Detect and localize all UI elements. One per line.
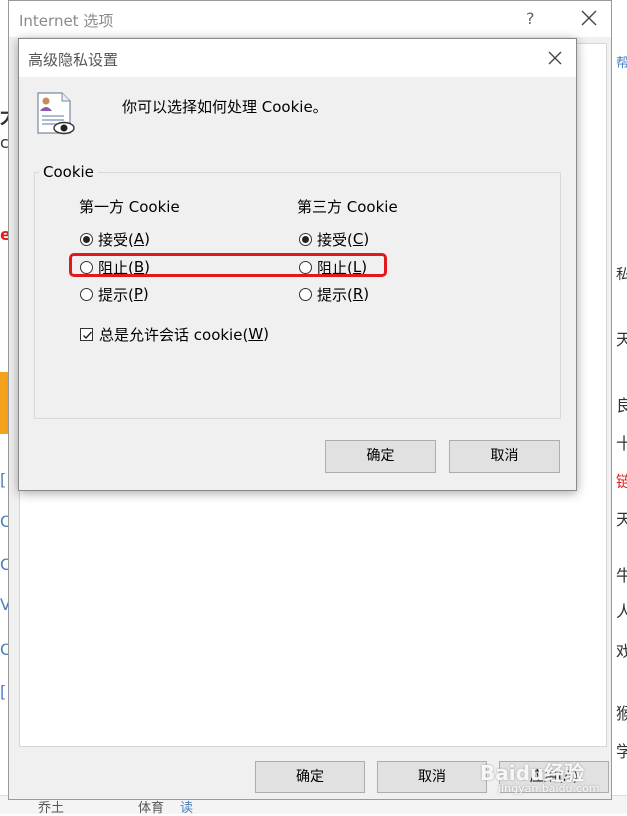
third-party-prompt-radio[interactable]: 提示(R) xyxy=(299,284,369,304)
background-text: 私 xyxy=(616,267,627,283)
privacy-document-icon xyxy=(37,92,75,135)
first-party-heading: 第一方 Cookie xyxy=(79,198,180,216)
background-banner xyxy=(0,372,8,434)
help-button[interactable]: ? xyxy=(526,9,535,28)
radio-selected[interactable] xyxy=(80,232,93,246)
background-text: 天 xyxy=(616,330,627,349)
radio-unselected[interactable] xyxy=(80,260,93,274)
background-text: 戏 xyxy=(616,642,627,661)
always-allow-session-cookie-checkbox[interactable]: 总是允许会话 cookie(W) xyxy=(80,324,269,344)
checkmark-icon xyxy=(83,331,93,339)
background-text: 十 xyxy=(616,434,627,453)
advanced-privacy-dialog: 高级隐私设置 你可以选择如何处理 Cookie。 Cookie 第一方 Cook… xyxy=(18,38,577,491)
cancel-button[interactable]: 取消 xyxy=(377,761,487,793)
background-text: 牛 xyxy=(616,566,627,585)
background-link[interactable]: [ xyxy=(0,470,6,489)
radio-unselected[interactable] xyxy=(299,287,312,301)
third-party-accept-radio[interactable]: 接受(C) xyxy=(299,229,369,249)
internet-options-title: Internet 选项 xyxy=(19,12,114,30)
close-icon[interactable] xyxy=(545,48,565,68)
close-icon[interactable] xyxy=(577,6,601,30)
ok-button[interactable]: 确定 xyxy=(325,440,436,473)
background-text: 链 xyxy=(616,472,627,491)
background-text: 帮 xyxy=(616,56,627,71)
ok-button[interactable]: 确定 xyxy=(255,761,365,793)
cancel-button[interactable]: 取消 xyxy=(449,440,560,473)
dialog-title: 高级隐私设置 xyxy=(28,51,119,69)
first-party-accept-radio[interactable]: 接受(A) xyxy=(80,229,150,249)
background-text: 猴 xyxy=(616,704,627,723)
background-text: 人 xyxy=(616,602,627,621)
checkbox-checked[interactable] xyxy=(80,327,93,341)
third-party-heading: 第三方 Cookie xyxy=(297,198,398,216)
first-party-prompt-radio[interactable]: 提示(P) xyxy=(80,284,149,304)
third-party-block-radio[interactable]: 阻止(L) xyxy=(299,257,367,277)
background-text: 天 xyxy=(616,510,627,529)
dialog-titlebar: 高级隐私设置 xyxy=(19,39,576,77)
watermark-url: jingyan.baidu.com xyxy=(498,782,600,795)
radio-unselected[interactable] xyxy=(80,287,93,301)
first-party-block-radio[interactable]: 阻止(B) xyxy=(80,257,150,277)
internet-options-titlebar: Internet 选项 ? xyxy=(9,1,611,37)
background-link[interactable]: [ xyxy=(0,682,6,701)
radio-unselected[interactable] xyxy=(299,260,312,274)
cookie-group-label: Cookie xyxy=(39,163,98,181)
dialog-description: 你可以选择如何处理 Cookie。 xyxy=(122,98,328,116)
radio-selected[interactable] xyxy=(299,232,312,246)
background-text: 良 xyxy=(616,396,627,415)
background-text: 学 xyxy=(616,742,627,761)
